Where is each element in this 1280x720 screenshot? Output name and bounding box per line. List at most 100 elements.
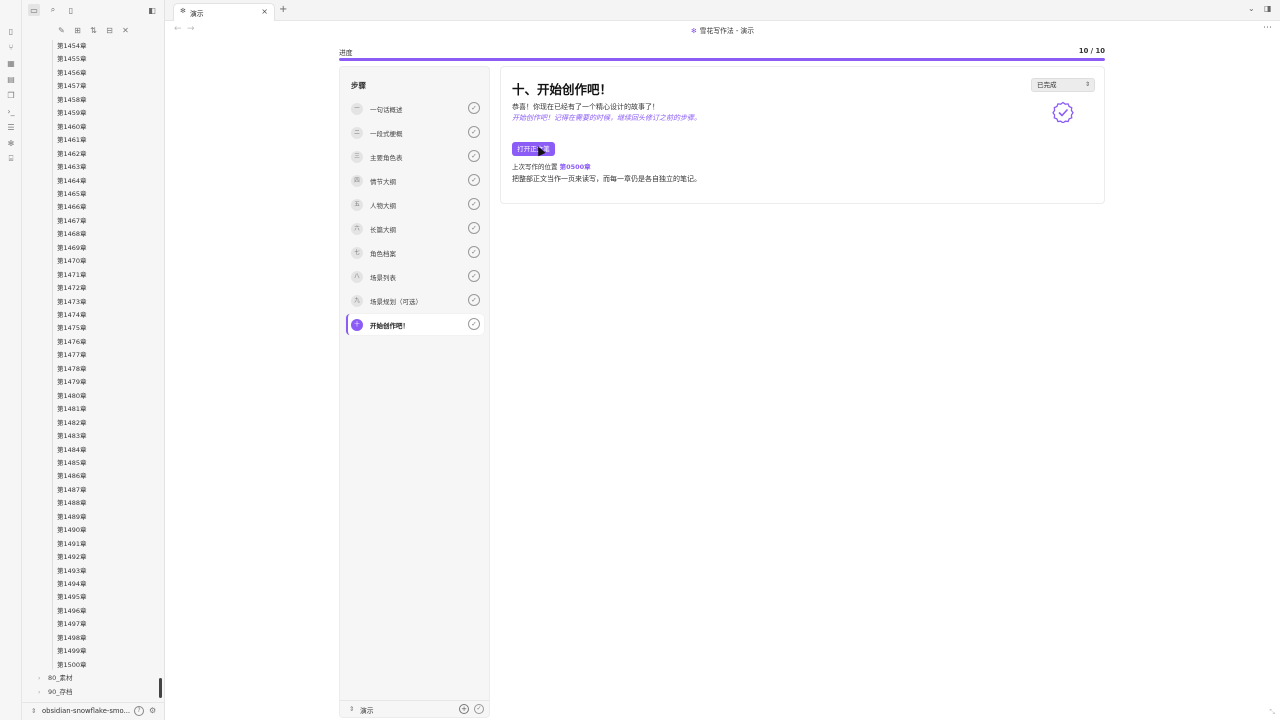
canvas-icon[interactable]: ▦ bbox=[6, 58, 16, 68]
file-tree-item[interactable]: 第1487章 bbox=[57, 484, 87, 497]
chevron-right-icon[interactable]: › bbox=[38, 686, 48, 699]
file-tree-item[interactable]: 第1472章 bbox=[57, 282, 87, 295]
step-item[interactable]: 七角色档案 ✓ bbox=[346, 242, 484, 263]
step-item[interactable]: 五人物大纲 ✓ bbox=[346, 194, 484, 215]
last-position-link[interactable]: 第0500章 bbox=[560, 163, 591, 171]
chevron-down-icon[interactable]: ⌄ bbox=[1248, 4, 1255, 13]
folder-item[interactable]: › 90_存档 bbox=[38, 686, 73, 699]
step-item[interactable]: 二一段式梗概 ✓ bbox=[346, 122, 484, 143]
file-tree-item[interactable]: 第1460章 bbox=[57, 121, 87, 134]
file-tree-item[interactable]: 第1480章 bbox=[57, 390, 87, 403]
close-icon[interactable]: × bbox=[261, 7, 268, 16]
check-circle-icon[interactable]: ✓ bbox=[468, 318, 480, 330]
step-item[interactable]: 四情节大纲 ✓ bbox=[346, 170, 484, 191]
collapse-icon[interactable]: ⊟ bbox=[104, 25, 115, 36]
step-item[interactable]: 三主要角色表 ✓ bbox=[346, 146, 484, 167]
new-tab-icon[interactable]: + bbox=[279, 4, 287, 16]
file-tree-item[interactable]: 第1459章 bbox=[57, 107, 87, 120]
check-circle-icon[interactable]: ✓ bbox=[468, 150, 480, 162]
step-item[interactable]: 九场景规划（可选） ✓ bbox=[346, 290, 484, 311]
switch-icon[interactable]: ⇕ bbox=[349, 705, 354, 713]
template-icon[interactable]: ⌸ bbox=[6, 154, 16, 164]
resize-handle-icon[interactable]: ⤡ bbox=[1269, 708, 1275, 717]
more-options-icon[interactable]: ⋯ bbox=[1263, 23, 1272, 33]
step-item[interactable]: 六长篇大纲 ✓ bbox=[346, 218, 484, 239]
terminal-icon[interactable]: ›_ bbox=[6, 106, 16, 116]
check-circle-icon[interactable]: ✓ bbox=[468, 294, 480, 306]
check-circle-icon[interactable]: ✓ bbox=[468, 126, 480, 138]
file-tree-item[interactable]: 第1470章 bbox=[57, 255, 87, 268]
calendar-icon[interactable]: ▤ bbox=[6, 74, 16, 84]
file-tree-item[interactable]: 第1473章 bbox=[57, 296, 87, 309]
file-tree-item[interactable]: 第1457章 bbox=[57, 80, 87, 93]
scrollbar[interactable] bbox=[159, 678, 162, 698]
check-circle-icon[interactable]: ✓ bbox=[468, 102, 480, 114]
status-select[interactable]: 已完成 ⇕ bbox=[1031, 78, 1095, 92]
graph-icon[interactable]: ⑂ bbox=[6, 42, 16, 52]
right-sidebar-toggle-icon[interactable]: ◨ bbox=[1264, 4, 1272, 13]
list-icon[interactable]: ☰ bbox=[6, 122, 16, 132]
check-circle-icon[interactable]: ✓ bbox=[468, 198, 480, 210]
close-all-icon[interactable]: ✕ bbox=[120, 25, 131, 36]
file-tree-item[interactable]: 第1499章 bbox=[57, 645, 87, 658]
folder-icon[interactable]: ▭ bbox=[28, 4, 40, 16]
search-icon[interactable]: ⌕ bbox=[47, 4, 59, 16]
file-tree-item[interactable]: 第1482章 bbox=[57, 417, 87, 430]
file-tree-item[interactable]: 第1474章 bbox=[57, 309, 87, 322]
open-manuscript-button[interactable]: 打开正文笔 bbox=[512, 142, 555, 156]
check-circle-icon[interactable]: ✓ bbox=[468, 174, 480, 186]
folder-item[interactable]: › 80_素材 bbox=[38, 672, 73, 685]
file-tree-item[interactable]: 第1485章 bbox=[57, 457, 87, 470]
file-tree-item[interactable]: 第1498章 bbox=[57, 632, 87, 645]
switch-icon[interactable]: ⇕ bbox=[31, 707, 36, 715]
file-tree-item[interactable]: 第1467章 bbox=[57, 215, 87, 228]
file-tree-item[interactable]: 第1484章 bbox=[57, 444, 87, 457]
check-icon[interactable]: ✓ bbox=[474, 704, 484, 714]
file-tree-item[interactable]: 第1477章 bbox=[57, 349, 87, 362]
file-tree-item[interactable]: 第1500章 bbox=[57, 659, 87, 672]
sidebar-toggle-icon[interactable]: ◧ bbox=[146, 4, 158, 16]
file-tree-item[interactable]: 第1466章 bbox=[57, 201, 87, 214]
file-tree-item[interactable]: 第1463章 bbox=[57, 161, 87, 174]
file-tree-item[interactable]: 第1491章 bbox=[57, 538, 87, 551]
file-tree-item[interactable]: 第1454章 bbox=[57, 40, 87, 53]
file-tree-item[interactable]: 第1461章 bbox=[57, 134, 87, 147]
file-tree-item[interactable]: 第1475章 bbox=[57, 322, 87, 335]
file-tree-item[interactable]: 第1489章 bbox=[57, 511, 87, 524]
snowflake-icon[interactable]: ✻ bbox=[6, 138, 16, 148]
project-name[interactable]: 演示 bbox=[360, 705, 374, 715]
vault-switcher[interactable]: ⇕ obsidian-snowflake-smo... ? ⚙ bbox=[22, 702, 165, 720]
check-circle-icon[interactable]: ✓ bbox=[468, 246, 480, 258]
check-circle-icon[interactable]: ✓ bbox=[468, 270, 480, 282]
step-item[interactable]: 一一句话概述 ✓ bbox=[346, 98, 484, 119]
chevron-right-icon[interactable]: › bbox=[38, 672, 48, 685]
file-tree-item[interactable]: 第1471章 bbox=[57, 269, 87, 282]
file-tree-item[interactable]: 第1458章 bbox=[57, 94, 87, 107]
file-icon[interactable]: ▯ bbox=[6, 26, 16, 36]
file-tree-item[interactable]: 第1468章 bbox=[57, 228, 87, 241]
tab-demo[interactable]: ✻ 演示 × bbox=[173, 3, 275, 21]
add-icon[interactable]: + bbox=[459, 704, 469, 714]
file-tree-item[interactable]: 第1456章 bbox=[57, 67, 87, 80]
file-tree-item[interactable]: 第1479章 bbox=[57, 376, 87, 389]
file-tree-item[interactable]: 第1455章 bbox=[57, 53, 87, 66]
new-note-icon[interactable]: ✎ bbox=[56, 25, 67, 36]
file-tree-item[interactable]: 第1469章 bbox=[57, 242, 87, 255]
file-tree-item[interactable]: 第1462章 bbox=[57, 148, 87, 161]
step-item[interactable]: 八场景列表 ✓ bbox=[346, 266, 484, 287]
file-tree-item[interactable]: 第1492章 bbox=[57, 551, 87, 564]
new-folder-icon[interactable]: ⊞ bbox=[72, 25, 83, 36]
file-tree-item[interactable]: 第1495章 bbox=[57, 591, 87, 604]
help-icon[interactable]: ? bbox=[134, 706, 144, 716]
step-item[interactable]: 十开始创作吧！ ✓ bbox=[346, 314, 484, 335]
check-circle-icon[interactable]: ✓ bbox=[468, 222, 480, 234]
sort-icon[interactable]: ⇅ bbox=[88, 25, 99, 36]
pages-icon[interactable]: ❐ bbox=[6, 90, 16, 100]
gear-icon[interactable]: ⚙ bbox=[149, 706, 156, 715]
file-tree-item[interactable]: 第1494章 bbox=[57, 578, 87, 591]
file-tree-item[interactable]: 第1493章 bbox=[57, 565, 87, 578]
file-tree-item[interactable]: 第1483章 bbox=[57, 430, 87, 443]
file-tree-item[interactable]: 第1488章 bbox=[57, 497, 87, 510]
file-tree-item[interactable]: 第1486章 bbox=[57, 470, 87, 483]
file-tree-item[interactable]: 第1481章 bbox=[57, 403, 87, 416]
